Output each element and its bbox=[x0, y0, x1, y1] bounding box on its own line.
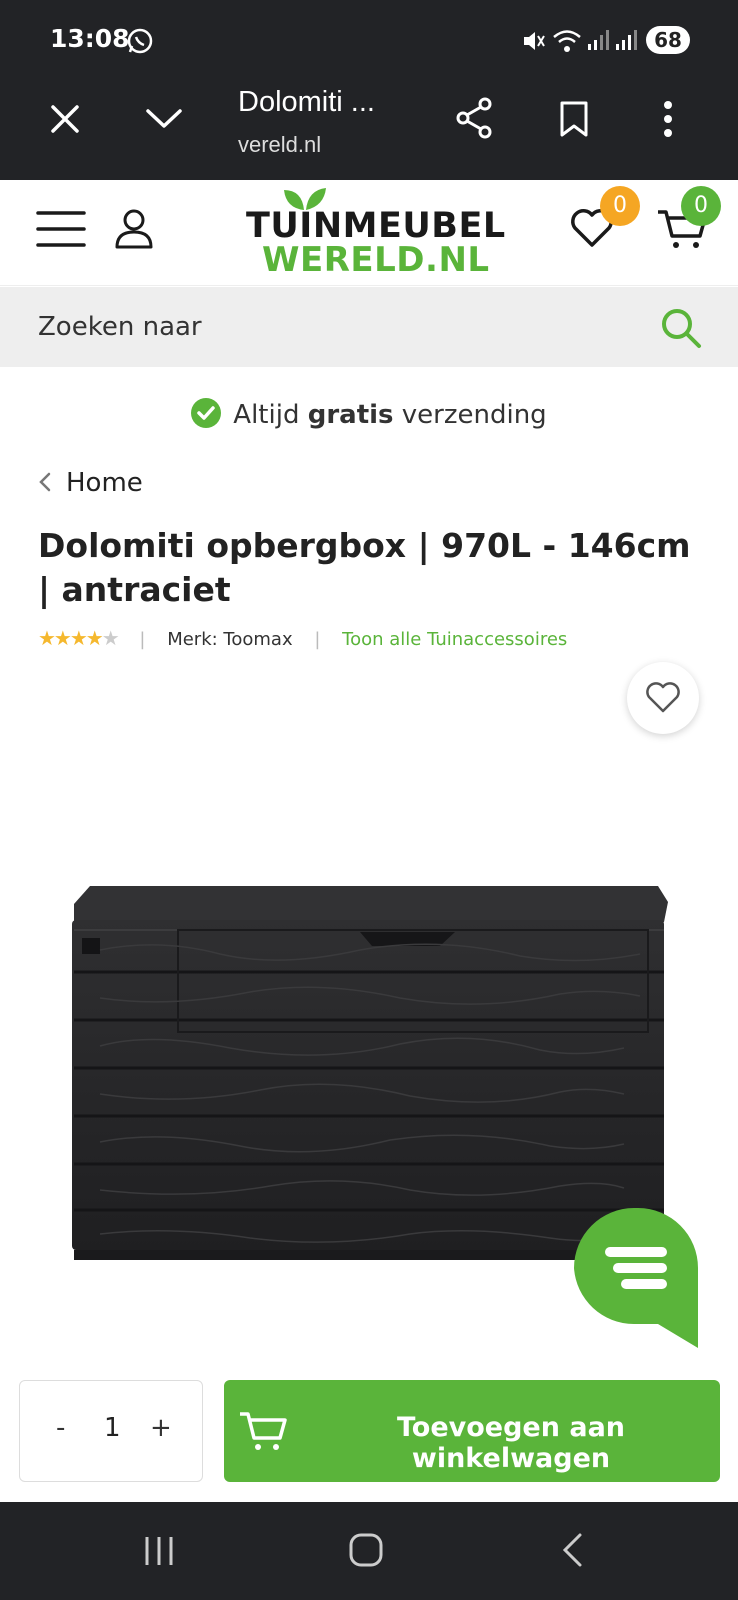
battery-indicator: 68 bbox=[646, 26, 690, 54]
browser-toolbar: Dolomiti ... vereld.nl bbox=[0, 80, 738, 180]
mute-icon bbox=[524, 32, 545, 50]
qty-increase-button[interactable]: + bbox=[150, 1413, 172, 1443]
status-bar: 13:08 68 bbox=[0, 0, 738, 80]
chevron-down-icon[interactable] bbox=[144, 106, 184, 132]
rating-stars: ★★★★★ bbox=[38, 626, 120, 650]
url-display[interactable]: vereld.nl bbox=[238, 132, 321, 158]
logo-text-bottom: WERELD.NL bbox=[262, 240, 490, 280]
close-icon[interactable] bbox=[48, 102, 82, 136]
search-input[interactable] bbox=[38, 307, 638, 347]
quantity-stepper[interactable]: - 1 + bbox=[19, 1380, 203, 1482]
product-meta: ★★★★★ | Merk: Toomax | Toon alle Tuinacc… bbox=[38, 626, 567, 652]
cart-icon bbox=[240, 1412, 287, 1450]
chat-icon bbox=[574, 1208, 698, 1348]
shipping-bold: gratis bbox=[307, 400, 394, 430]
home-icon[interactable] bbox=[348, 1532, 384, 1568]
qty-decrease-button[interactable]: - bbox=[56, 1413, 65, 1443]
add-to-cart-bar: - 1 + Toevoegen aan winkelwagen bbox=[0, 1360, 738, 1502]
heart-icon bbox=[646, 682, 680, 713]
site-header: TUINMEUBEL WERELD.NL 0 0 bbox=[0, 180, 738, 286]
back-icon[interactable] bbox=[560, 1532, 584, 1568]
search-icon[interactable] bbox=[660, 307, 702, 349]
whatsapp-icon bbox=[127, 28, 153, 54]
breadcrumb-home[interactable]: Home bbox=[66, 468, 143, 498]
more-menu-icon[interactable] bbox=[662, 100, 674, 138]
breadcrumb[interactable]: Home bbox=[38, 468, 143, 498]
check-circle-icon bbox=[191, 398, 222, 428]
share-icon[interactable] bbox=[454, 96, 496, 140]
signal-icon-1 bbox=[588, 30, 609, 50]
wishlist-count-badge: 0 bbox=[600, 186, 640, 226]
product-title: Dolomiti opbergbox | 970L - 146cm | antr… bbox=[38, 526, 691, 609]
add-to-wishlist-button[interactable] bbox=[627, 662, 699, 734]
chevron-left-icon bbox=[39, 472, 51, 492]
cart-count-badge: 0 bbox=[681, 186, 721, 226]
status-time: 13:08 bbox=[50, 24, 130, 53]
signal-icon-2 bbox=[616, 30, 637, 50]
system-nav-bar bbox=[0, 1502, 738, 1600]
hamburger-menu-icon[interactable] bbox=[36, 210, 86, 248]
divider: | bbox=[139, 629, 146, 650]
wifi-icon bbox=[553, 30, 581, 52]
bookmark-icon[interactable] bbox=[558, 100, 590, 138]
add-to-cart-button[interactable]: Toevoegen aan winkelwagen bbox=[224, 1380, 720, 1482]
qty-value[interactable]: 1 bbox=[104, 1413, 121, 1443]
add-to-cart-label: Toevoegen aan winkelwagen bbox=[396, 1412, 626, 1474]
search-bar bbox=[0, 287, 738, 367]
shipping-prefix: Altijd bbox=[233, 400, 308, 430]
chat-widget-button[interactable] bbox=[574, 1208, 698, 1348]
recent-apps-icon[interactable] bbox=[142, 1534, 176, 1568]
brand-label: Merk: Toomax bbox=[167, 629, 293, 650]
page-title-tab[interactable]: Dolomiti ... bbox=[238, 86, 375, 119]
shipping-suffix: verzending bbox=[393, 400, 547, 430]
category-link[interactable]: Toon alle Tuinaccessoires bbox=[342, 629, 567, 650]
account-icon[interactable] bbox=[114, 208, 154, 250]
divider: | bbox=[314, 629, 321, 650]
free-shipping-banner: Altijd gratis verzending bbox=[0, 398, 738, 430]
